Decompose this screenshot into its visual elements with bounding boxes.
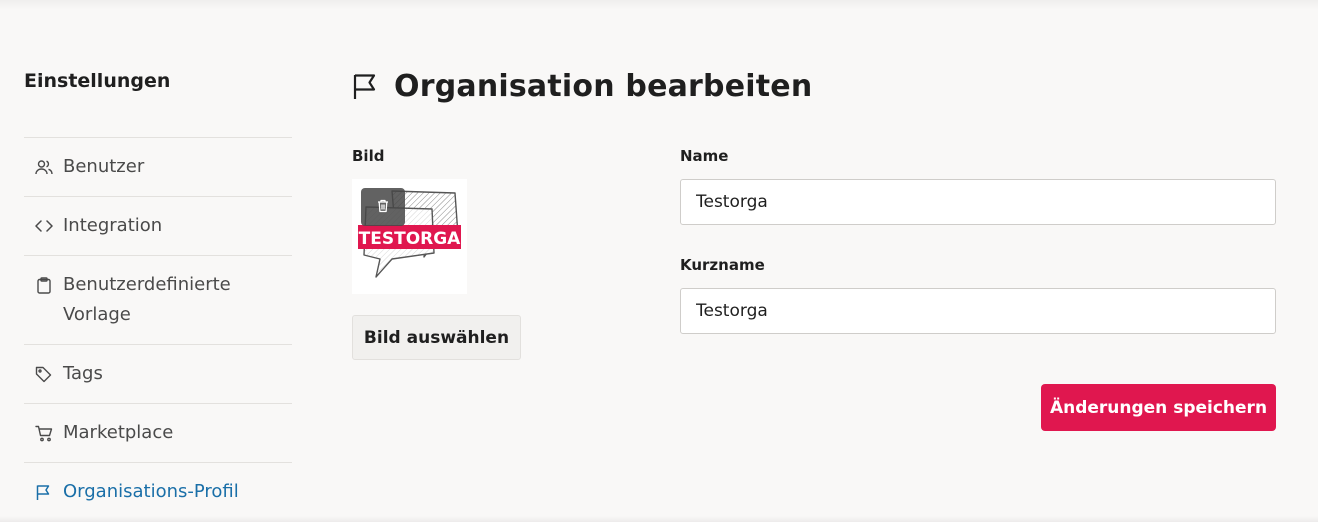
sidebar-item-label: Marketplace	[63, 422, 174, 443]
name-input[interactable]	[680, 179, 1276, 225]
logo-text: TESTORGA	[359, 229, 462, 249]
top-shadow	[0, 0, 1318, 10]
sidebar-title: Einstellungen	[24, 70, 171, 92]
clipboard-icon	[34, 270, 53, 300]
sidebar-item-marketplace[interactable]: Marketplace	[24, 404, 292, 463]
name-label: Name	[680, 147, 729, 165]
sidebar-item-label: Integration	[63, 215, 163, 236]
choose-image-button[interactable]: Bild auswählen	[352, 315, 521, 360]
tag-icon	[34, 359, 53, 389]
sidebar-item-organisations-profil[interactable]: Organisations-Profil	[24, 463, 292, 521]
cart-icon	[34, 418, 53, 448]
short-name-label: Kurzname	[680, 256, 765, 274]
image-label: Bild	[352, 147, 385, 165]
save-changes-button[interactable]: Änderungen speichern	[1041, 384, 1276, 431]
users-icon	[34, 152, 53, 182]
sidebar-item-integration[interactable]: Integration	[24, 197, 292, 256]
sidebar-item-label: Benutzer	[63, 156, 145, 177]
trash-icon	[377, 198, 389, 217]
sidebar-item-label: Benutzerdefinierte Vorlage	[63, 274, 231, 325]
page-title-text: Organisation bearbeiten	[394, 68, 813, 104]
flag-icon	[352, 72, 380, 100]
organisation-logo: TESTORGA	[352, 179, 467, 294]
sidebar-item-label: Tags	[63, 363, 103, 384]
delete-image-button[interactable]	[361, 188, 405, 226]
bottom-shadow	[0, 516, 1318, 522]
settings-sidebar: Einstellungen Benutzer Integration Benut…	[24, 64, 292, 521]
flag-icon	[34, 477, 53, 507]
settings-nav: Benutzer Integration Benutzerdefinierte …	[24, 137, 292, 521]
sidebar-item-benutzerdefinierte-vorlage[interactable]: Benutzerdefinierte Vorlage	[24, 256, 292, 345]
sidebar-item-benutzer[interactable]: Benutzer	[24, 138, 292, 197]
code-icon	[34, 211, 53, 241]
sidebar-item-label: Organisations-Profil	[63, 481, 239, 502]
sidebar-item-tags[interactable]: Tags	[24, 345, 292, 404]
page-title: Organisation bearbeiten	[352, 64, 812, 108]
short-name-input[interactable]	[680, 288, 1276, 334]
